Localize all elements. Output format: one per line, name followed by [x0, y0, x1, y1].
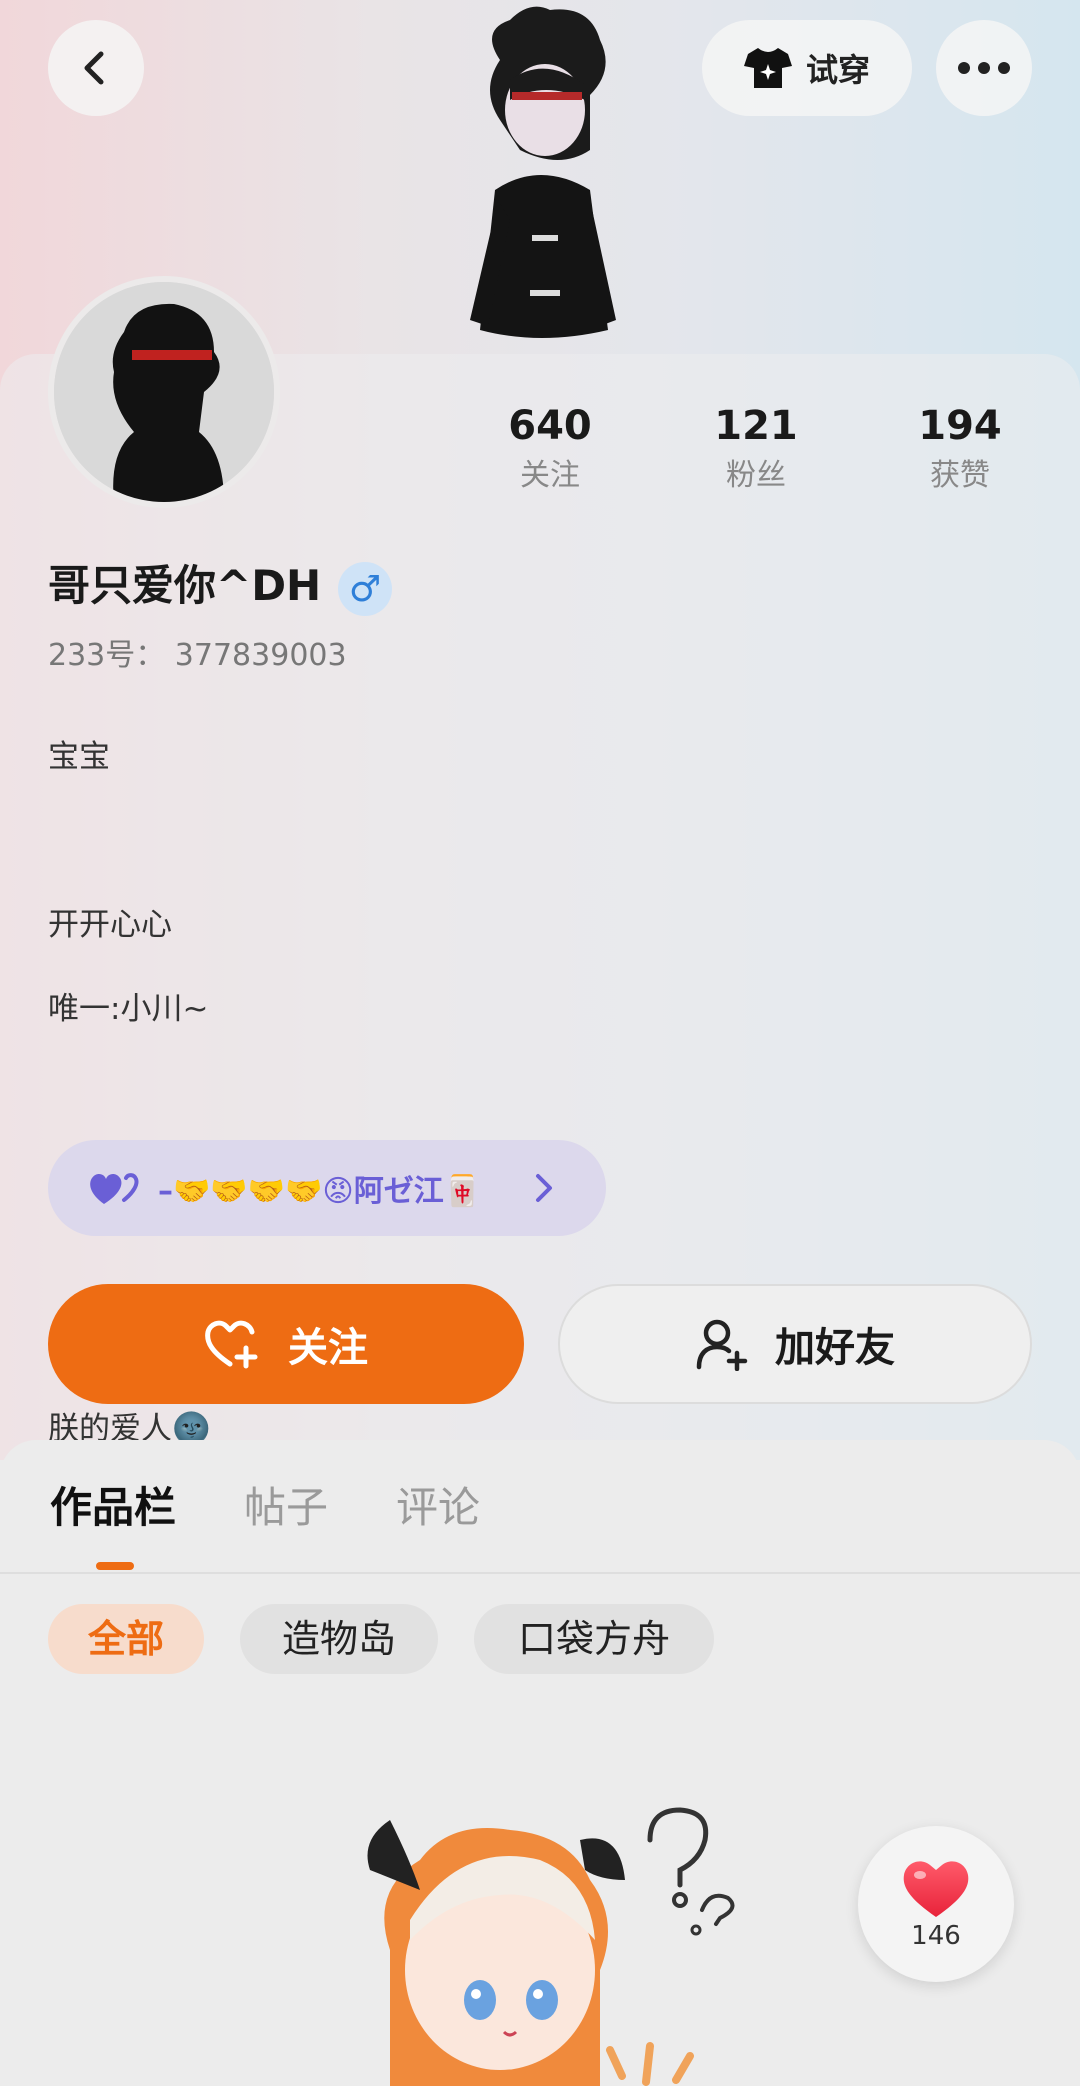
add-friend-button[interactable]: 加好友 [558, 1284, 1032, 1404]
follow-button[interactable]: 关注 [48, 1284, 524, 1404]
nickname: 哥只爱你^DH [48, 561, 322, 610]
profile-stats: 640 关注 121 粉丝 194 获赞 [470, 398, 1070, 508]
more-dots-icon [958, 62, 1010, 74]
bio-line: 开开心心 [48, 907, 172, 943]
stat-value: 640 [508, 403, 592, 449]
bio-line: 宝宝 [48, 739, 110, 775]
add-user-icon [696, 1319, 748, 1371]
filter-chip-pocket-ark[interactable]: 口袋方舟 [474, 1604, 714, 1674]
partner-card[interactable]: –🤝🤝🤝🤝😡阿ゼ江🀄 [48, 1140, 606, 1236]
tab-works[interactable]: 作品栏 [50, 1478, 176, 1538]
stat-value: 194 [918, 403, 1002, 449]
tab-indicator [96, 1562, 134, 1570]
stat-label: 粉丝 [726, 458, 786, 493]
bio-line [48, 1072, 211, 1114]
bio-line [48, 820, 211, 862]
partner-name: –🤝🤝🤝🤝😡阿ゼ江🀄 [158, 1174, 482, 1209]
tab-comments[interactable]: 评论 [396, 1478, 480, 1538]
bio-line [48, 1240, 211, 1282]
chevron-right-icon [536, 1174, 552, 1202]
heart-icon [903, 1861, 969, 1917]
stat-likes[interactable]: 194 获赞 [880, 398, 1040, 498]
stat-label: 关注 [520, 458, 580, 493]
top-bar: 试穿 [0, 0, 1080, 338]
try-on-label: 试穿 [805, 51, 870, 89]
try-on-button[interactable]: 试穿 [702, 20, 912, 116]
heart-plus-icon [205, 1320, 258, 1369]
tab-posts[interactable]: 帖子 [244, 1478, 328, 1538]
filter-chip-all[interactable]: 全部 [48, 1604, 204, 1674]
chevron-left-icon [84, 51, 104, 85]
more-options-button[interactable] [936, 20, 1032, 116]
like-button[interactable]: 146 [858, 1826, 1014, 1982]
like-count: 146 [911, 1921, 961, 1951]
tab-divider [0, 1572, 1080, 1574]
stat-label: 获赞 [930, 458, 990, 493]
follow-label: 关注 [288, 1325, 368, 1371]
stat-value: 121 [714, 403, 798, 449]
gender-male-icon: ♂ [338, 562, 392, 616]
tshirt-icon [743, 48, 792, 88]
empty-state-mascot-image [367, 1807, 735, 2086]
user-id[interactable]: 233号： 377839003 [48, 632, 347, 680]
stat-followers[interactable]: 121 粉丝 [676, 398, 836, 498]
avatar-3d-figure [470, 6, 616, 338]
stat-following[interactable]: 640 关注 [470, 398, 630, 498]
avatar[interactable] [48, 276, 280, 508]
avatar-silhouette-image [54, 282, 274, 502]
double-heart-icon [90, 1173, 139, 1204]
add-friend-label: 加好友 [775, 1325, 895, 1371]
filter-chip-creation-island[interactable]: 造物岛 [240, 1604, 438, 1674]
back-button[interactable] [48, 20, 144, 116]
bio-line: 唯一:小川~ [48, 991, 209, 1027]
